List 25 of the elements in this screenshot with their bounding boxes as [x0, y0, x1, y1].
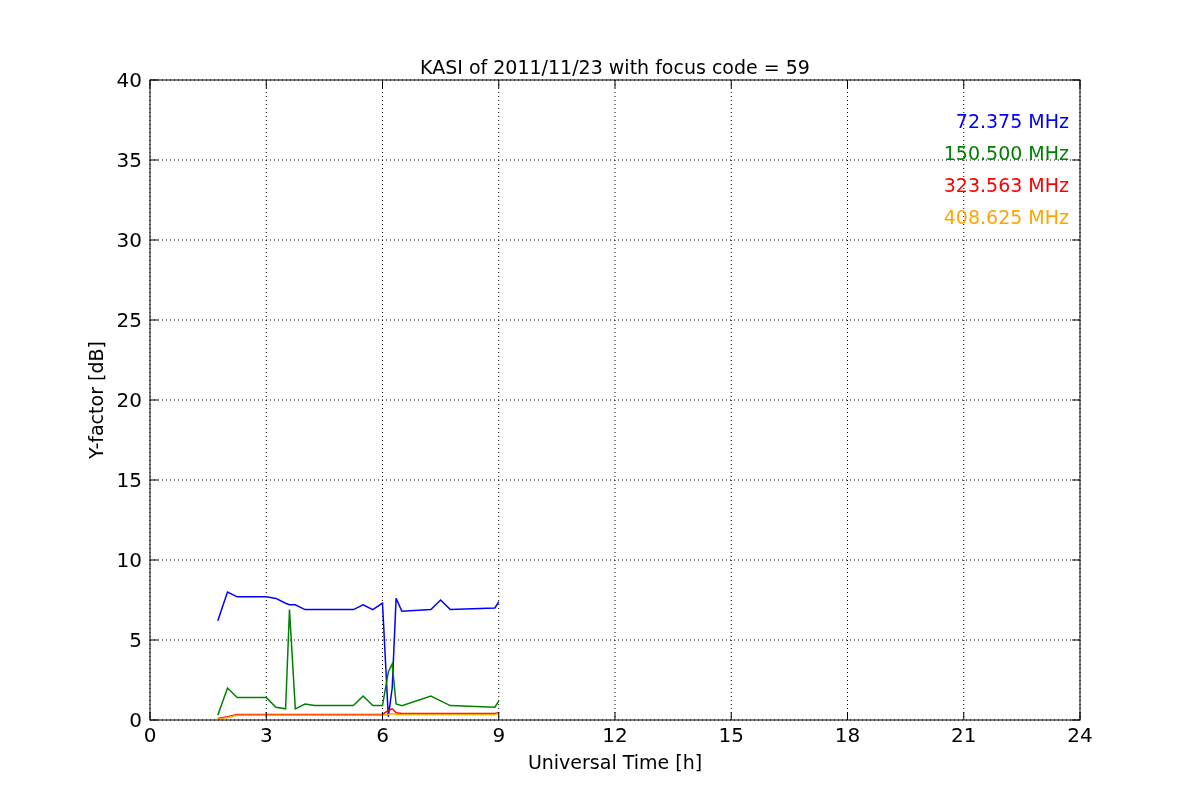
chart-title: KASI of 2011/11/23 with focus code = 59: [420, 56, 810, 78]
axis-label: Y-factor [dB]: [85, 341, 107, 459]
tick-label: 24: [1067, 723, 1093, 747]
tick-label: 25: [116, 308, 142, 332]
axis-label: Universal Time [h]: [527, 751, 703, 773]
tick-label: 12: [602, 723, 628, 747]
tick-label: 40: [116, 68, 142, 92]
tick-label: 35: [116, 148, 142, 172]
tick-label: 15: [718, 723, 744, 747]
tick-label: 0: [129, 708, 142, 732]
legend-label: 72.375 MHz: [955, 110, 1069, 132]
tick-label: 18: [834, 723, 861, 747]
tick-label: 3: [259, 723, 273, 747]
tick-label: 10: [116, 548, 142, 572]
legend-label: 323.563 MHz: [943, 174, 1069, 196]
tick-label: 30: [116, 228, 142, 252]
tick-label: 20: [116, 388, 142, 412]
tick-label: 15: [116, 468, 142, 492]
legend-label: 408.625 MHz: [943, 206, 1069, 228]
tick-label: 6: [376, 723, 389, 747]
tick-label: 9: [492, 723, 506, 747]
tick-label: 21: [951, 723, 977, 747]
tick-label: 0: [143, 723, 157, 747]
tick-label: 5: [129, 628, 142, 652]
legend-label: 150.500 MHz: [943, 142, 1069, 164]
